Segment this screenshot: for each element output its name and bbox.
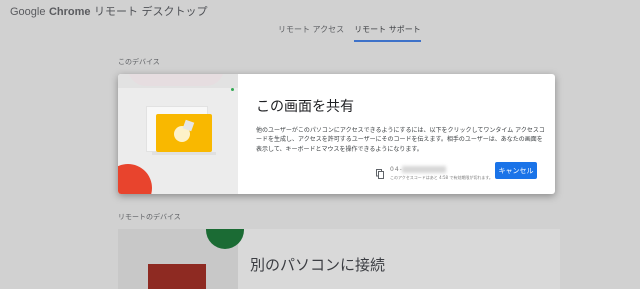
dialog-title: この画面を共有 <box>256 99 354 115</box>
access-code-expiry-note: このアクセスコードはあと 4:58 で有効期限が切れます。 <box>390 175 493 180</box>
status-dot-icon <box>231 88 234 91</box>
access-code-value: 04- <box>390 166 403 173</box>
connect-card-title: 別のパソコンに接続 <box>250 256 386 274</box>
laptop-icon <box>156 114 212 152</box>
tab-remote-support[interactable]: リモート サポート <box>354 24 421 42</box>
section-remote-devices: リモートのデバイス <box>118 213 181 221</box>
access-code-row: 04- このアクセスコードはあと 4:58 で有効期限が切れます。 <box>376 166 496 186</box>
dialog-description: 他のユーザーがこのパソコンにアクセスできるようにするには、以下をクリックしてワン… <box>256 127 545 153</box>
section-this-device: このデバイス <box>118 58 160 66</box>
app-header: Google Chrome リモート デスクトップ リモート アクセス リモート… <box>0 0 640 48</box>
cancel-button[interactable]: キャンセル <box>495 162 537 179</box>
share-illustration <box>118 74 238 194</box>
tab-bar: リモート アクセス リモート サポート <box>278 24 421 42</box>
access-code-redacted <box>402 166 446 173</box>
brand-chrome: Chrome <box>48 6 91 18</box>
brand-google: Google <box>10 6 46 18</box>
tab-remote-access[interactable]: リモート アクセス <box>278 24 344 42</box>
illustration-red-shape <box>118 164 152 194</box>
laptop-base <box>152 152 216 155</box>
app-title: Google Chrome リモート デスクトップ <box>10 3 208 19</box>
copy-icon[interactable] <box>376 169 384 179</box>
share-screen-dialog: この画面を共有 他のユーザーがこのパソコンにアクセスできるようにするには、以下を… <box>118 74 555 194</box>
connect-card-red-shape <box>148 264 206 289</box>
illustration-curve <box>128 74 224 86</box>
app-title-rest: リモート デスクトップ <box>94 5 208 18</box>
